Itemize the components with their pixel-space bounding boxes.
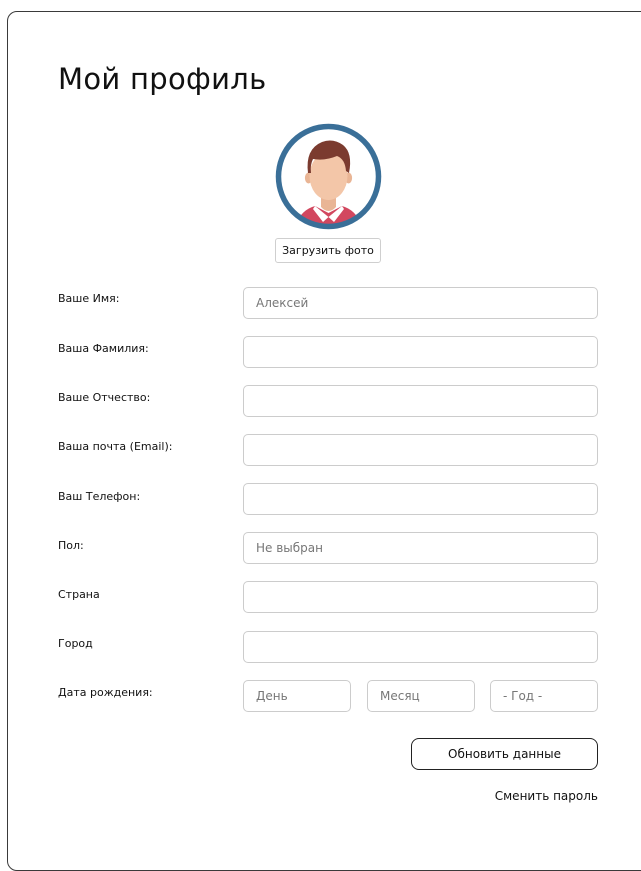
country-input[interactable] bbox=[243, 581, 598, 613]
upload-photo-button[interactable]: Загрузить фото bbox=[275, 238, 381, 263]
country-label: Страна bbox=[58, 588, 100, 601]
phone-label: Ваш Телефон: bbox=[58, 490, 141, 503]
gender-label: Пол: bbox=[58, 539, 84, 552]
gender-select[interactable] bbox=[243, 532, 598, 564]
birthdate-label: Дата рождения: bbox=[58, 686, 153, 699]
patronymic-label: Ваше Отчество: bbox=[58, 391, 151, 404]
last-name-label: Ваша Фамилия: bbox=[58, 342, 149, 355]
page-title: Мой профиль bbox=[58, 62, 267, 96]
user-avatar-icon bbox=[275, 123, 382, 230]
change-password-link[interactable]: Сменить пароль bbox=[495, 789, 598, 803]
birth-day-select[interactable] bbox=[243, 680, 351, 712]
email-label: Ваша почта (Email): bbox=[58, 440, 173, 453]
update-data-button[interactable]: Обновить данные bbox=[411, 738, 598, 770]
birth-year-select[interactable] bbox=[490, 680, 598, 712]
city-label: Город bbox=[58, 637, 93, 650]
last-name-input[interactable] bbox=[243, 336, 598, 368]
email-input[interactable] bbox=[243, 434, 598, 466]
patronymic-input[interactable] bbox=[243, 385, 598, 417]
phone-input[interactable] bbox=[243, 483, 598, 515]
first-name-input[interactable] bbox=[243, 287, 598, 319]
first-name-label: Ваше Имя: bbox=[58, 292, 120, 305]
birth-month-select[interactable] bbox=[367, 680, 475, 712]
city-input[interactable] bbox=[243, 631, 598, 663]
